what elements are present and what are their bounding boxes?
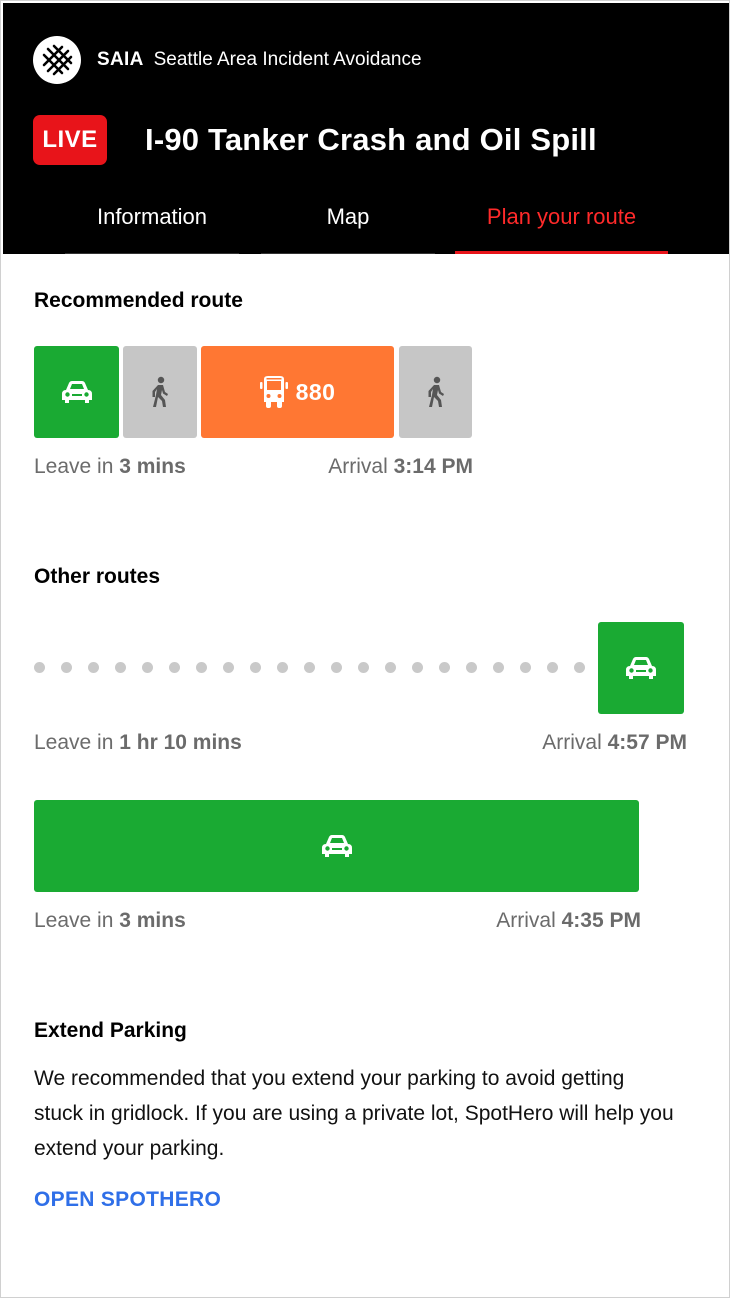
tab-bar: Information Map Plan your route — [3, 193, 729, 254]
waiting-dot — [493, 662, 504, 673]
tab-map[interactable]: Map — [261, 193, 435, 254]
car-icon — [623, 655, 659, 681]
waiting-dot — [439, 662, 450, 673]
waiting-dot — [520, 662, 531, 673]
brand-row: SAIA Seattle Area Incident Avoidance — [33, 36, 422, 84]
open-spothero-link[interactable]: OPEN SPOTHERO — [34, 1188, 221, 1212]
route-segment-car[interactable] — [598, 622, 684, 714]
arrival-value: 3:14 PM — [393, 455, 473, 478]
waiting-dot — [169, 662, 180, 673]
waiting-dot — [304, 662, 315, 673]
page-title: I-90 Tanker Crash and Oil Spill — [145, 122, 597, 157]
car-icon — [59, 379, 95, 405]
waiting-dot — [88, 662, 99, 673]
route-segment-walk[interactable] — [123, 346, 197, 438]
extend-parking-text: We recommended that you extend your park… — [34, 1067, 674, 1160]
app-frame: SAIA Seattle Area Incident Avoidance LIV… — [0, 0, 730, 1298]
bus-icon — [260, 376, 288, 408]
leave-value: 3 mins — [119, 455, 186, 478]
route-segment-bus[interactable]: 880 — [201, 346, 394, 438]
tab-information[interactable]: Information — [65, 193, 239, 254]
live-badge: LIVE — [33, 115, 107, 165]
waiting-dot — [547, 662, 558, 673]
waiting-dot — [277, 662, 288, 673]
arrival-time: Arrival 4:35 PM — [496, 909, 641, 932]
waiting-dot — [412, 662, 423, 673]
route-segment-car[interactable] — [34, 346, 119, 438]
arrival-time: Arrival 4:57 PM — [542, 731, 687, 754]
arrival-value: 4:57 PM — [607, 731, 687, 754]
leave-value: 1 hr 10 mins — [119, 731, 242, 754]
extend-parking-heading: Extend Parking — [34, 1019, 187, 1042]
leave-time: Leave in 3 mins — [34, 909, 186, 932]
walk-icon — [426, 376, 446, 408]
bus-route-number: 880 — [295, 378, 336, 405]
title-row: LIVE I-90 Tanker Crash and Oil Spill — [33, 115, 597, 165]
brand-short-name: SAIA — [97, 49, 144, 70]
brand-full-name: Seattle Area Incident Avoidance — [153, 49, 422, 70]
waiting-dot — [61, 662, 72, 673]
waiting-dot — [385, 662, 396, 673]
leave-time: Leave in 1 hr 10 mins — [34, 731, 242, 754]
waiting-dot — [358, 662, 369, 673]
waiting-dots — [34, 662, 594, 674]
route-segment-car[interactable] — [34, 800, 639, 892]
tab-plan-your-route[interactable]: Plan your route — [455, 193, 668, 254]
leave-value: 3 mins — [119, 909, 186, 932]
waiting-dot — [250, 662, 261, 673]
recommended-route-heading: Recommended route — [34, 289, 243, 312]
arrival-value: 4:35 PM — [561, 909, 641, 932]
car-icon — [319, 833, 355, 859]
arrival-time: Arrival 3:14 PM — [328, 455, 473, 478]
route-segment-walk[interactable] — [399, 346, 472, 438]
walk-icon — [150, 376, 170, 408]
saia-logo-icon — [33, 36, 81, 84]
incident-header: SAIA Seattle Area Incident Avoidance LIV… — [3, 3, 729, 254]
waiting-dot — [574, 662, 585, 673]
waiting-dot — [466, 662, 477, 673]
waiting-dot — [34, 662, 45, 673]
leave-time: Leave in 3 mins — [34, 455, 186, 478]
waiting-dot — [223, 662, 234, 673]
waiting-dot — [142, 662, 153, 673]
waiting-dot — [196, 662, 207, 673]
waiting-dot — [331, 662, 342, 673]
waiting-dot — [115, 662, 126, 673]
other-routes-heading: Other routes — [34, 565, 161, 588]
